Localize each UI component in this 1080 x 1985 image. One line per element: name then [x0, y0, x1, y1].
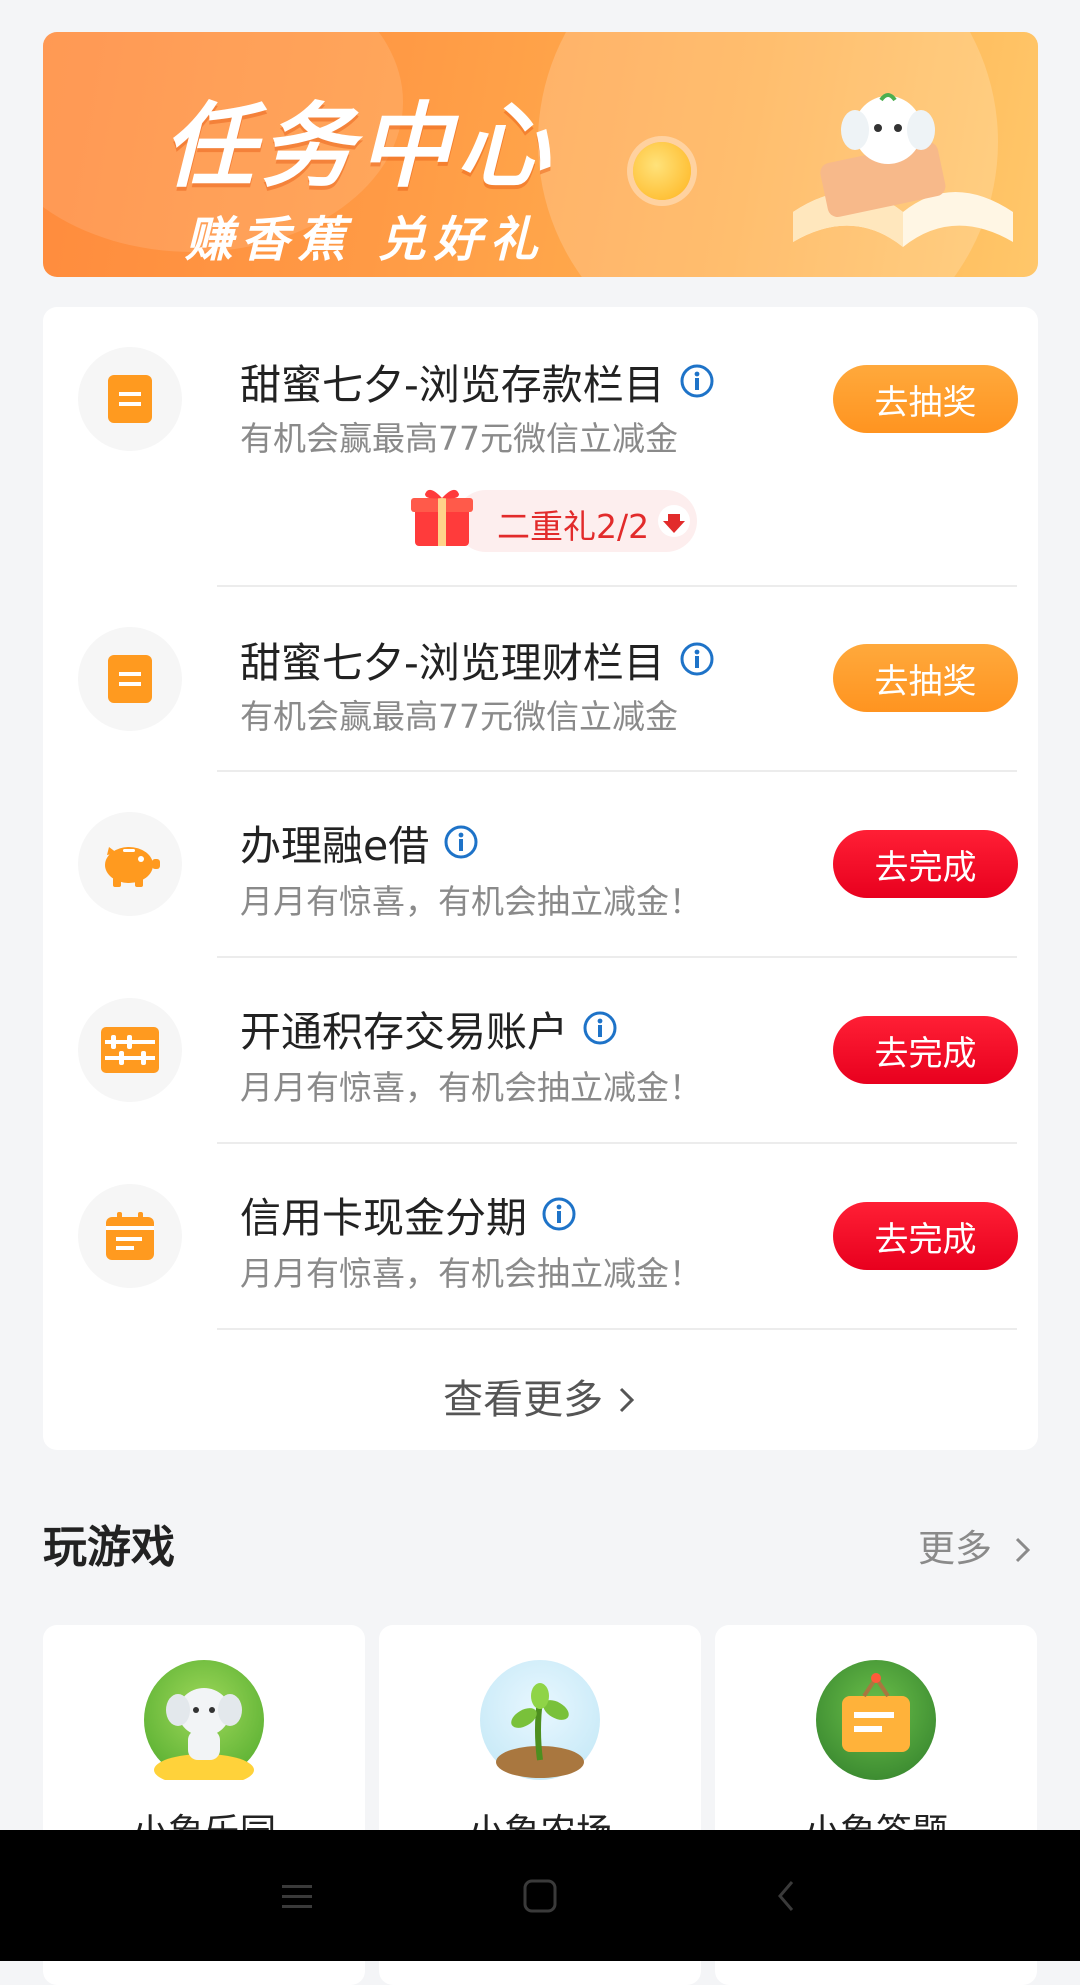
divider: [217, 956, 1017, 958]
system-navigation-bar: [0, 1830, 1080, 1961]
chevron-right-icon: [1015, 1537, 1030, 1563]
piggy-bank-icon: [78, 812, 182, 916]
divider: [217, 1142, 1017, 1144]
info-icon[interactable]: [582, 1010, 618, 1046]
task-center-banner[interactable]: 任务中心 赚香蕉 兑好礼: [43, 32, 1038, 277]
info-icon[interactable]: [679, 363, 715, 399]
document-icon: [78, 627, 182, 731]
gift-badge[interactable]: 二重礼2/2: [411, 489, 701, 552]
elephant-park-icon: [144, 1660, 264, 1786]
more-text: 更多: [918, 1527, 992, 1570]
draw-lottery-button[interactable]: 去抽奖: [833, 644, 1018, 712]
banner-title: 任务中心: [163, 93, 556, 200]
calendar-icon: [78, 1184, 182, 1288]
task-description: 月月有惊喜，有机会抽立减金！: [240, 1068, 702, 1107]
task-title-text: 办理融e借: [240, 822, 430, 870]
task-title-text: 开通积存交易账户: [240, 1008, 568, 1056]
quiz-board-icon: [816, 1660, 936, 1780]
info-icon[interactable]: [679, 641, 715, 677]
document-icon: [78, 347, 182, 451]
orange-coin-icon: [633, 142, 691, 200]
menu-icon[interactable]: [280, 1880, 314, 1914]
divider: [217, 585, 1017, 587]
task-title: 信用卡现金分期: [240, 1184, 577, 1244]
task-title: 办理融e借: [240, 812, 479, 872]
abacus-icon: [78, 998, 182, 1102]
bean-farm-icon: [480, 1660, 600, 1780]
task-title: 开通积存交易账户: [240, 998, 618, 1058]
go-complete-button[interactable]: 去完成: [833, 1016, 1018, 1084]
more-games-link[interactable]: 更多: [918, 1518, 1034, 1572]
divider: [217, 770, 1017, 772]
see-more-link[interactable]: 查看更多: [43, 1367, 1038, 1425]
banner-subtitle: 赚香蕉 兑好礼: [185, 212, 546, 268]
task-list-card: 甜蜜七夕-浏览存款栏目 有机会赢最高77元微信立减金 去抽奖 二重礼2/2 甜蜜…: [43, 307, 1038, 1450]
elephant-book-illustration: [793, 93, 1013, 247]
task-description: 有机会赢最高77元微信立减金: [240, 697, 678, 736]
task-title-text: 甜蜜七夕-浏览理财栏目: [240, 639, 665, 687]
go-complete-button[interactable]: 去完成: [833, 830, 1018, 898]
info-icon[interactable]: [443, 824, 479, 860]
see-more-text: 查看更多: [443, 1377, 604, 1423]
task-description: 月月有惊喜，有机会抽立减金！: [240, 1254, 702, 1293]
chevron-right-icon: [619, 1387, 634, 1413]
gift-box-icon: [411, 489, 473, 546]
arrow-down-icon: [658, 505, 690, 537]
go-complete-button[interactable]: 去完成: [833, 1202, 1018, 1270]
back-icon[interactable]: [774, 1878, 798, 1914]
task-title: 甜蜜七夕-浏览存款栏目: [240, 351, 715, 411]
home-icon[interactable]: [522, 1878, 558, 1914]
task-title: 甜蜜七夕-浏览理财栏目: [240, 629, 715, 689]
info-icon[interactable]: [541, 1196, 577, 1232]
divider: [217, 1328, 1017, 1330]
task-title-text: 甜蜜七夕-浏览存款栏目: [240, 361, 665, 409]
task-title-text: 信用卡现金分期: [240, 1194, 527, 1242]
section-title: 玩游戏: [43, 1522, 175, 1573]
task-description: 有机会赢最高77元微信立减金: [240, 419, 678, 458]
gift-badge-text: 二重礼2/2: [497, 507, 650, 546]
draw-lottery-button[interactable]: 去抽奖: [833, 365, 1018, 433]
task-description: 月月有惊喜，有机会抽立减金！: [240, 882, 702, 921]
